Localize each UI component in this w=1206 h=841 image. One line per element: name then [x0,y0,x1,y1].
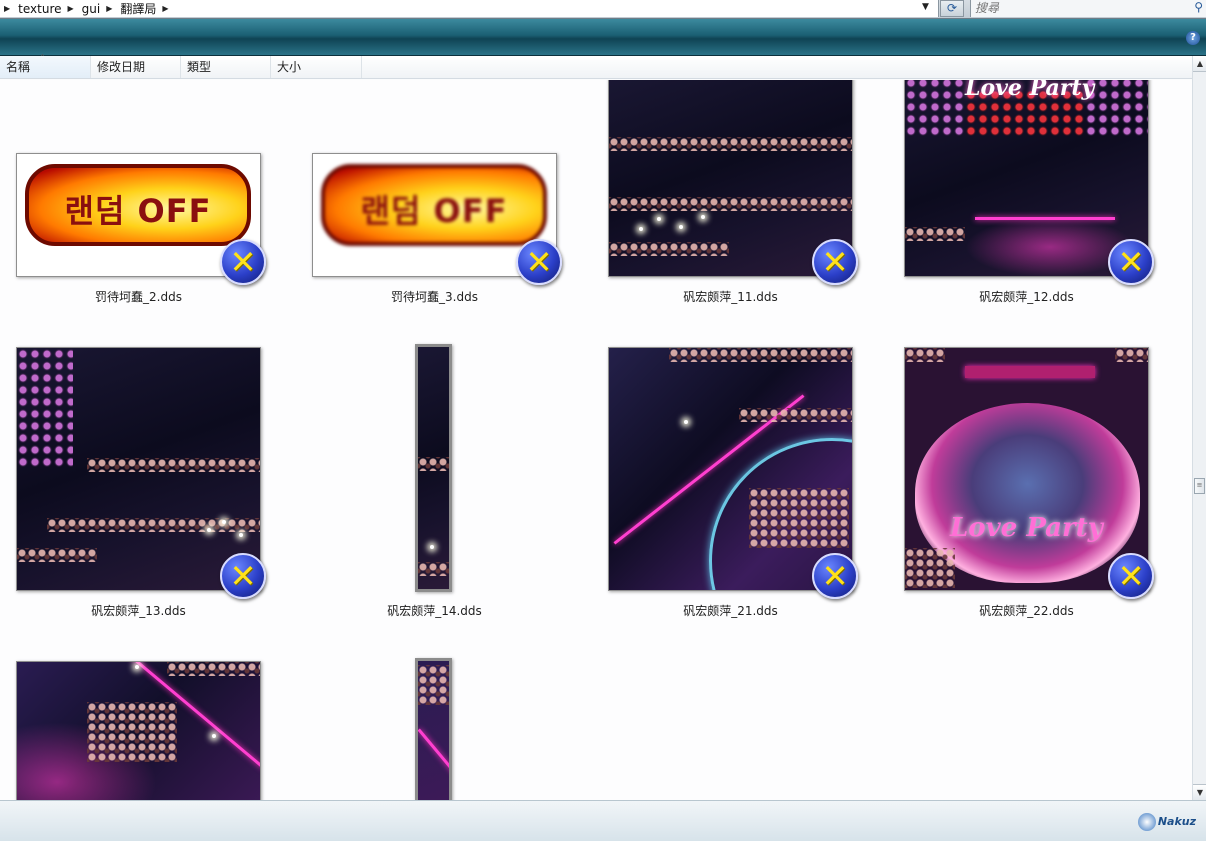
rose-row [609,197,852,211]
column-header-size[interactable]: 大小 [271,56,362,78]
file-thumbnail[interactable] [16,661,261,800]
rose-row [87,458,260,472]
rose-cluster [905,548,955,588]
rose-row [609,137,852,151]
candle-light [679,225,683,229]
command-bar: ? [0,19,1206,56]
breadcrumb-texture[interactable]: texture [16,2,63,16]
search-icon[interactable]: ⚲ [1194,0,1203,14]
scrollbar-thumb[interactable]: ≡ [1194,478,1205,494]
vertical-scrollbar[interactable]: ▲ ≡ ▼ [1192,56,1206,800]
love-party-sign: Love Party [965,80,1095,101]
directx-x-icon: ✕ [1108,239,1154,285]
rose-row [167,662,260,676]
directx-x-icon: ✕ [220,553,266,599]
column-headers: 名稱 ˆ 修改日期 類型 大小 [0,54,1192,79]
random-off-graphic: 랜덤 OFF [321,164,547,246]
rose-row [47,518,260,532]
rose-row [1115,348,1148,362]
stage-lights [1085,80,1148,137]
file-name[interactable]: 矾宏颇萍_11.dds [608,288,853,305]
watermark-logo: Nakuz [1137,813,1196,831]
neon-strip [418,728,449,777]
breadcrumb-arrow-icon[interactable]: ▶ [64,4,80,13]
file-name[interactable]: 矾宏颇萍_22.dds [904,602,1149,619]
search-box[interactable]: ⚲ [970,0,1206,17]
directx-x-icon: ✕ [516,239,562,285]
search-input[interactable] [975,0,1175,16]
rose-row [609,242,729,256]
directx-x-icon: ✕ [1108,553,1154,599]
stage-platform [965,366,1095,378]
stage-lights [17,348,73,468]
address-dropdown-icon[interactable]: ▼ [922,2,929,12]
scroll-down-icon[interactable]: ▼ [1193,784,1206,800]
candle-light [135,665,139,669]
file-name[interactable]: 矾宏颇萍_14.dds [312,602,557,619]
column-header-label: 名稱 [6,60,31,74]
column-header-label: 大小 [277,60,302,74]
file-name[interactable]: 罚待坷蠢_3.dds [312,288,557,305]
directx-x-icon: ✕ [220,239,266,285]
thumbnail-label: 랜덤 OFF [64,192,212,230]
help-icon[interactable]: ? [1186,31,1200,45]
thumbnail-label: 랜덤 OFF [360,192,508,230]
column-header-type[interactable]: 類型 [181,56,271,78]
breadcrumb-arrow-icon[interactable]: ▶ [158,4,174,13]
rose-cluster [418,665,449,705]
rose-row [17,548,97,562]
file-thumbnail[interactable] [415,344,452,592]
file-name[interactable]: 矾宏颇萍_12.dds [904,288,1149,305]
rose-cluster [87,702,177,762]
column-header-name[interactable]: 名稱 ˆ [0,54,91,78]
stage-lights [905,80,965,137]
rose-row [905,348,945,362]
breadcrumb-current-folder[interactable]: 翻譯局 [118,0,158,17]
love-party-sign: Love Party [950,513,1103,543]
candle-light [684,420,688,424]
status-bar: Nakuz [0,800,1206,841]
address-bar[interactable]: ▶ texture ▶ gui ▶ 翻譯局 ▶ ▼ [0,0,939,17]
column-header-label: 類型 [187,60,212,74]
random-off-graphic: 랜덤 OFF [25,164,251,246]
file-name[interactable]: 罚待坷蠢_2.dds [16,288,261,305]
candle-light [212,734,216,738]
candle-light [207,528,211,532]
refresh-icon: ⟳ [946,1,958,15]
rose-row [418,457,449,471]
rose-row [739,408,852,422]
file-thumbnail[interactable] [415,658,452,800]
sort-ascending-icon: ˆ [40,54,45,65]
breadcrumb-arrow-icon[interactable]: ▶ [0,4,16,13]
candle-light [430,545,434,549]
rose-row [905,227,965,241]
column-header-label: 修改日期 [97,60,146,74]
address-toolbar: ▶ texture ▶ gui ▶ 翻譯局 ▶ ▼ ⟳ ⚲ [0,0,1206,19]
file-view[interactable]: 랜덤 OFF ✕ 罚待坷蠢_2.dds 랜덤 OFF ✕ 罚待坷蠢_3.dds … [0,80,1192,800]
candle-light [239,533,243,537]
file-name[interactable]: 矾宏颇萍_13.dds [16,602,261,619]
candle-light [657,217,661,221]
refresh-button[interactable]: ⟳ [940,0,964,17]
rose-cluster [749,488,849,548]
candle-light [222,520,226,524]
candle-light [639,227,643,231]
breadcrumb-gui[interactable]: gui [80,2,103,16]
directx-x-icon: ✕ [812,553,858,599]
rose-row [669,348,852,362]
column-header-date-modified[interactable]: 修改日期 [91,56,181,78]
scroll-up-icon[interactable]: ▲ [1193,56,1206,72]
candle-light [701,215,705,219]
directx-x-icon: ✕ [812,239,858,285]
file-name[interactable]: 矾宏颇萍_21.dds [608,602,853,619]
breadcrumb-arrow-icon[interactable]: ▶ [102,4,118,13]
rose-row [418,562,449,576]
watermark-icon [1137,813,1156,831]
